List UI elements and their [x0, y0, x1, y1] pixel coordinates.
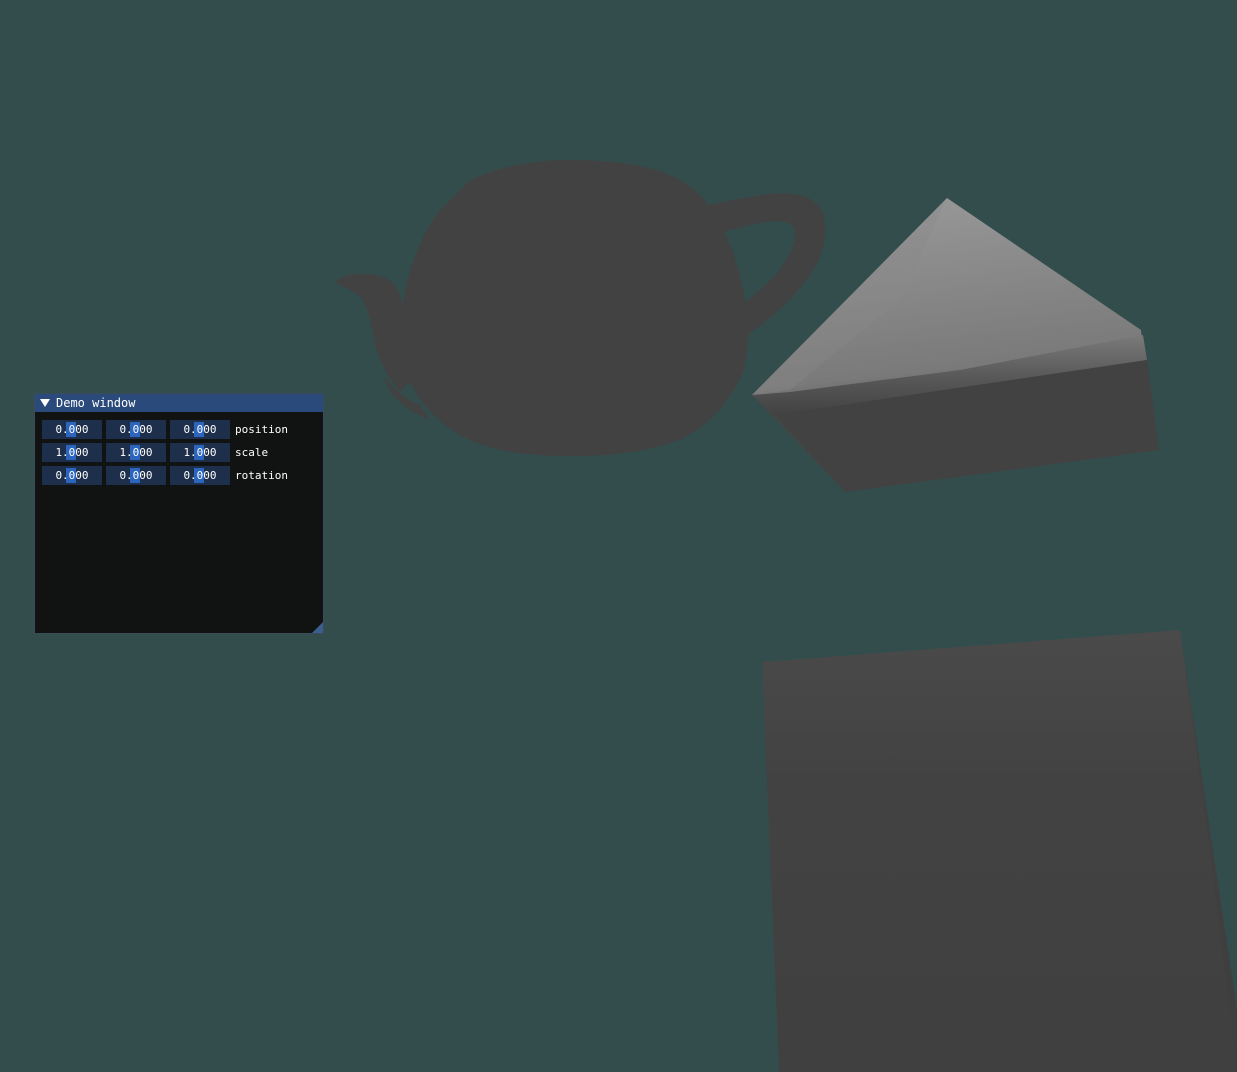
position-z-field[interactable]: 0.000: [170, 420, 230, 439]
position-row: 0.000 0.000 0.000 position: [42, 420, 316, 439]
position-y-field[interactable]: 0.000: [106, 420, 166, 439]
rotation-row: 0.000 0.000 0.000 rotation: [42, 466, 316, 485]
scale-row: 1.000 1.000 1.000 scale: [42, 443, 316, 462]
window-titlebar[interactable]: Demo window: [35, 394, 323, 412]
scale-z-field[interactable]: 1.000: [170, 443, 230, 462]
window-content: 0.000 0.000 0.000 position 1.000 1.000 1…: [35, 412, 323, 485]
triangle-down-icon[interactable]: [40, 399, 50, 407]
position-x-field[interactable]: 0.000: [42, 420, 102, 439]
window-title: Demo window: [56, 396, 136, 410]
scale-x-field[interactable]: 1.000: [42, 443, 102, 462]
rotation-x-field[interactable]: 0.000: [42, 466, 102, 485]
position-label: position: [235, 423, 288, 436]
teapot-object: [334, 159, 826, 457]
scale-label: scale: [235, 446, 269, 459]
cube-object: [762, 630, 1237, 1072]
resize-grip-icon[interactable]: [312, 622, 323, 633]
rotation-label: rotation: [235, 469, 288, 482]
rotation-y-field[interactable]: 0.000: [106, 466, 166, 485]
demo-window[interactable]: Demo window 0.000 0.000 0.000 position 1…: [34, 393, 324, 634]
scale-y-field[interactable]: 1.000: [106, 443, 166, 462]
rotation-z-field[interactable]: 0.000: [170, 466, 230, 485]
